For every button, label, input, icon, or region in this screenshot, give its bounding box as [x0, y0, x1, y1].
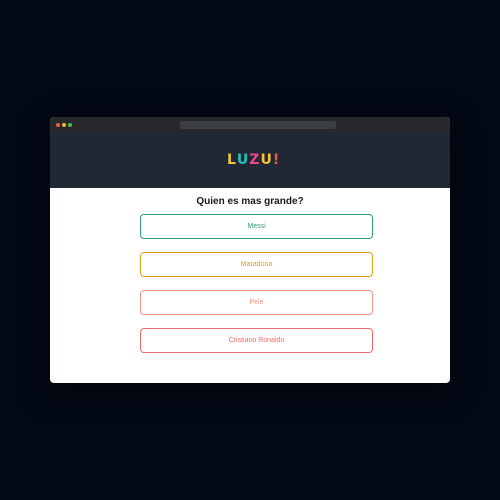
answer-option-cristiano-ronaldo[interactable]: Cristiano Ronaldo: [140, 328, 373, 353]
answer-option-label: Cristiano Ronaldo: [228, 337, 285, 344]
quiz-question: Quien es mas grande?: [196, 196, 304, 207]
logo-letter: U: [236, 152, 249, 168]
luzu-logo: L U Z U!: [227, 151, 297, 167]
minimize-window-icon[interactable]: [62, 123, 66, 127]
logo-letter: U: [260, 152, 272, 168]
logo-letter: L: [227, 152, 236, 168]
answer-option-messi[interactable]: Messi: [140, 214, 373, 239]
maximize-window-icon[interactable]: [68, 123, 72, 127]
browser-window: L U Z U! Quien es mas grande? Messi Maradon…: [50, 117, 450, 383]
answer-option-label: Maradona: [240, 261, 273, 268]
stage: L U Z U! Quien es mas grande? Messi Maradon…: [0, 0, 500, 500]
address-bar[interactable]: [180, 121, 336, 129]
app-header: L U Z U!: [50, 133, 450, 188]
quiz-panel: Quien es mas grande? Messi Maradona Pele…: [50, 188, 450, 383]
answer-option-label: Pele: [249, 299, 264, 306]
answer-option-maradona[interactable]: Maradona: [140, 252, 373, 277]
close-window-icon[interactable]: [56, 123, 60, 127]
logo-letter: !: [272, 152, 280, 168]
answer-option-label: Messi: [247, 223, 266, 230]
answer-option-pele[interactable]: Pele: [140, 290, 373, 315]
window-titlebar: [50, 117, 450, 133]
logo-letter: Z: [249, 152, 260, 168]
